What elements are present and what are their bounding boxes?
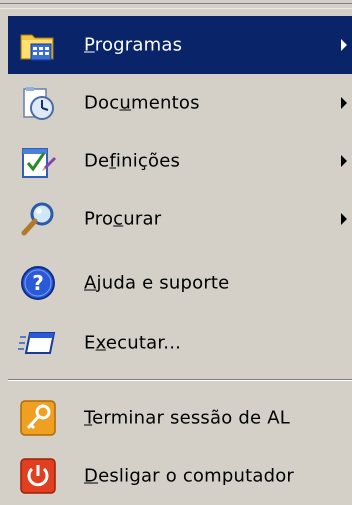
menu-top-edge bbox=[0, 0, 352, 9]
menu-item-label: Executar... bbox=[84, 332, 182, 354]
menu-item-executar[interactable]: Executar... bbox=[8, 314, 352, 372]
start-menu: Programas Documentos Definições Procurar… bbox=[0, 0, 352, 505]
menu-item-definicoes[interactable]: Definições bbox=[8, 132, 352, 190]
menu-item-ajuda-e-suporte[interactable]: ? Ajuda e suporte bbox=[8, 254, 352, 312]
menu-item-label: Definições bbox=[84, 150, 181, 172]
submenu-arrow-icon bbox=[341, 213, 347, 225]
menu-item-label: Desligar o computador bbox=[84, 465, 295, 487]
menu-item-label: Documentos bbox=[84, 92, 200, 114]
programs-folder-icon bbox=[16, 23, 60, 67]
run-window-icon bbox=[16, 321, 60, 365]
submenu-arrow-icon bbox=[341, 155, 347, 167]
logoff-key-icon bbox=[16, 396, 60, 440]
menu-separator bbox=[8, 379, 352, 381]
menu-item-terminar-sessao[interactable]: Terminar sessão de AL bbox=[8, 389, 352, 447]
menu-item-label: Ajuda e suporte bbox=[84, 272, 230, 294]
shutdown-power-icon bbox=[16, 454, 60, 498]
settings-checklist-icon bbox=[16, 139, 60, 183]
submenu-arrow-icon bbox=[341, 39, 347, 51]
submenu-arrow-icon bbox=[341, 97, 347, 109]
menu-item-label: Programas bbox=[84, 34, 183, 56]
menu-item-label: Procurar bbox=[84, 208, 162, 230]
svg-text:?: ? bbox=[32, 271, 44, 295]
help-question-icon: ? bbox=[16, 261, 60, 305]
menu-item-documentos[interactable]: Documentos bbox=[8, 74, 352, 132]
menu-item-procurar[interactable]: Procurar bbox=[8, 190, 352, 248]
menu-item-desligar[interactable]: Desligar o computador bbox=[8, 447, 352, 505]
search-magnifier-icon bbox=[16, 197, 60, 241]
menu-item-programas[interactable]: Programas bbox=[8, 16, 352, 74]
documents-clock-icon bbox=[16, 81, 60, 125]
menu-item-label: Terminar sessão de AL bbox=[84, 407, 290, 429]
